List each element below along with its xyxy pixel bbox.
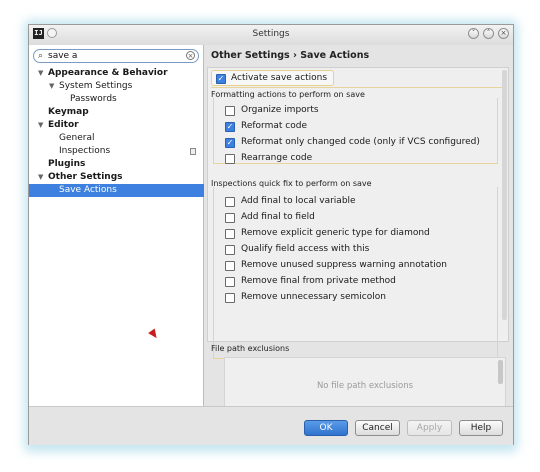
maximize-icon[interactable]: ˄	[483, 28, 494, 39]
clear-search-icon[interactable]: ×	[186, 51, 195, 60]
tree-item-label: Keymap	[48, 107, 89, 117]
expand-arrow-icon[interactable]: ▼	[38, 171, 43, 184]
exclusions-label: File path exclusions	[211, 344, 290, 353]
window-title: Settings	[252, 29, 290, 39]
close-icon[interactable]: ×	[498, 28, 509, 39]
cancel-button[interactable]: Cancel	[355, 420, 400, 436]
activate-save-actions-toggle[interactable]: ✓ Activate save actions	[211, 70, 335, 86]
save-actions-panel: Other Settings › Save Actions ✓ Activate …	[204, 45, 513, 417]
settings-tree-panel: ⌕ × ▼ Appearance & Behavior ▼ System Set…	[29, 45, 204, 406]
add-final-local-checkbox[interactable]	[225, 197, 235, 207]
rearrange-code-label: Rearrange code	[241, 153, 313, 163]
settings-content: ✓ Activate save actions Formatting action…	[207, 67, 509, 359]
reformat-code-checkbox[interactable]: ✓	[225, 122, 235, 132]
tree-item-keymap[interactable]: Keymap	[29, 106, 204, 119]
dialog-button-bar: OK Cancel Apply Help	[29, 406, 513, 445]
remove-semicolon-checkbox[interactable]	[225, 293, 235, 303]
tree-item-system-settings[interactable]: ▼ System Settings	[29, 80, 204, 93]
activate-label: Activate save actions	[231, 73, 328, 83]
apply-button[interactable]: Apply	[407, 420, 452, 436]
qualify-field-access-label: Qualify field access with this	[241, 244, 370, 254]
search-box[interactable]: ⌕ ×	[33, 49, 199, 63]
tree-item-label: Appearance & Behavior	[48, 68, 168, 78]
reformat-changed-label: Reformat only changed code (only if VCS …	[241, 137, 480, 147]
tree-item-label: System Settings	[59, 81, 133, 91]
tree-item-plugins[interactable]: Plugins	[29, 158, 204, 171]
reformat-changed-checkbox[interactable]: ✓	[225, 138, 235, 148]
add-final-local-label: Add final to local variable	[241, 196, 356, 206]
tree-item-passwords[interactable]: Passwords	[29, 93, 204, 106]
exclusions-placeholder: No file path exclusions	[316, 381, 414, 391]
remove-final-private-checkbox[interactable]	[225, 277, 235, 287]
search-input[interactable]	[48, 50, 178, 62]
tree-item-label: Editor	[48, 120, 79, 130]
tree-item-general[interactable]: General	[29, 132, 204, 145]
organize-imports-label: Organize imports	[241, 105, 319, 115]
remove-final-private-label: Remove final from private method	[241, 276, 396, 286]
tree-item-label: Other Settings	[48, 172, 123, 182]
exclusions-scrollbar[interactable]	[498, 360, 503, 384]
content-scrollbar[interactable]	[502, 70, 507, 320]
mouse-cursor-icon	[148, 328, 160, 341]
remove-semicolon-label: Remove unnecessary semicolon	[241, 292, 386, 302]
settings-dialog: IJ Settings ˅ ˄ × ⌕ × ▼ Appearance & Beh…	[28, 24, 514, 445]
tree-item-save-actions[interactable]: Save Actions	[29, 184, 204, 197]
tree-item-inspections[interactable]: Inspections	[29, 145, 204, 158]
tree-item-label: Passwords	[70, 94, 117, 104]
add-final-field-checkbox[interactable]	[225, 213, 235, 223]
ok-button[interactable]: OK	[304, 420, 348, 436]
reformat-code-label: Reformat code	[241, 121, 307, 131]
rearrange-code-checkbox[interactable]	[225, 154, 235, 164]
expand-arrow-icon[interactable]: ▼	[49, 80, 54, 93]
tree-item-label: Plugins	[48, 159, 86, 169]
expand-arrow-icon[interactable]: ▼	[38, 67, 43, 80]
remove-suppress-warning-label: Remove unused suppress warning annotatio…	[241, 260, 448, 270]
divider	[211, 87, 502, 88]
remove-generic-type-label: Remove explicit generic type for diamond	[241, 228, 430, 238]
help-button[interactable]: Help	[459, 420, 503, 436]
qualify-field-access-checkbox[interactable]	[225, 245, 235, 255]
search-icon: ⌕	[38, 51, 44, 61]
remove-suppress-warning-checkbox[interactable]	[225, 261, 235, 271]
project-scope-icon	[190, 148, 196, 155]
add-final-field-label: Add final to field	[241, 212, 315, 222]
tree-item-label: Inspections	[59, 146, 111, 156]
tree-item-appearance-behavior[interactable]: ▼ Appearance & Behavior	[29, 67, 204, 80]
tree-item-other-settings[interactable]: ▼ Other Settings	[29, 171, 204, 184]
expand-arrow-icon[interactable]: ▼	[38, 119, 43, 132]
tree-item-editor[interactable]: ▼ Editor	[29, 119, 204, 132]
breadcrumb: Other Settings › Save Actions	[211, 50, 370, 61]
minimize-icon[interactable]: ˅	[468, 28, 479, 39]
activate-checkbox[interactable]: ✓	[216, 74, 226, 84]
title-bar[interactable]: IJ Settings ˅ ˄ ×	[29, 25, 513, 46]
organize-imports-checkbox[interactable]	[225, 106, 235, 116]
remove-generic-type-checkbox[interactable]	[225, 229, 235, 239]
tree-item-label: Save Actions	[59, 185, 117, 195]
tree-item-label: General	[59, 133, 95, 143]
